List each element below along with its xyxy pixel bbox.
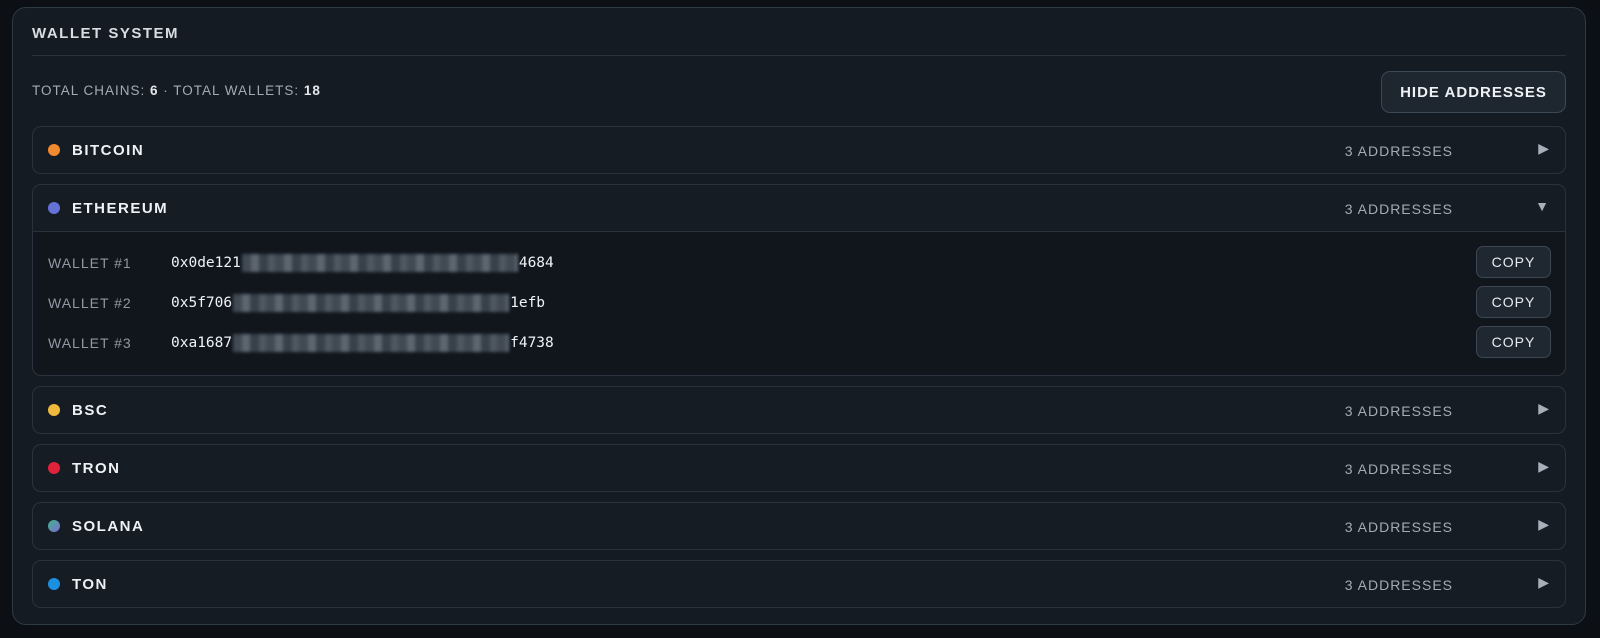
total-chains-label: TOTAL CHAINS: (32, 83, 151, 98)
address-end: 1efb (510, 295, 546, 311)
chain-name: SOLANA (72, 518, 145, 535)
copy-button[interactable]: COPY (1476, 286, 1551, 318)
address-start: 0x0de121 (171, 255, 241, 271)
chain-address-count: 3 ADDRESSES (1344, 403, 1453, 419)
chain-bitcoin: BITCOIN 3 ADDRESSES ▶ (32, 126, 1566, 174)
chain-color-dot (48, 404, 60, 416)
address-redacted-blur (241, 254, 518, 272)
wallet-label: WALLET #2 (48, 295, 132, 311)
chain-name: TON (72, 576, 108, 593)
chain-header-ethereum[interactable]: ETHEREUM 3 ADDRESSES ▼ (33, 185, 1565, 231)
wallet-address: 0x5f706 1efb (171, 294, 545, 312)
total-chains-value: 6 (150, 83, 159, 98)
chain-name: TRON (72, 460, 121, 477)
chain-address-count: 3 ADDRESSES (1344, 577, 1453, 593)
expand-arrow-icon: ▶ (1538, 458, 1549, 474)
address-end: 4684 (518, 255, 554, 271)
chain-address-count: 3 ADDRESSES (1344, 461, 1453, 477)
wallet-label: WALLET #1 (48, 255, 132, 271)
chain-tron: TRON 3 ADDRESSES ▶ (32, 444, 1566, 492)
summary-row: TOTAL CHAINS: 6 · TOTAL WALLETS: 18 HIDE… (32, 56, 1566, 126)
chain-name: ETHEREUM (72, 200, 169, 217)
expand-arrow-icon: ▶ (1538, 400, 1549, 416)
wallet-address: 0xa1687 f4738 (171, 334, 554, 352)
wallet-row: WALLET #2 0x5f706 1efb COPY (33, 283, 1565, 323)
wallet-row: WALLET #1 0x0de121 4684 COPY (33, 243, 1565, 283)
chain-header-solana[interactable]: SOLANA 3 ADDRESSES ▶ (33, 503, 1565, 549)
chain-color-dot (48, 202, 60, 214)
total-wallets-value: 18 (303, 83, 321, 98)
copy-button[interactable]: COPY (1476, 326, 1551, 358)
chain-color-dot (48, 144, 60, 156)
wallet-row: WALLET #3 0xa1687 f4738 COPY (33, 323, 1565, 363)
panel-title: WALLET SYSTEM (32, 8, 1566, 56)
chain-address-count: 3 ADDRESSES (1344, 519, 1453, 535)
expand-arrow-icon: ▶ (1538, 574, 1549, 590)
chain-header-bitcoin[interactable]: BITCOIN 3 ADDRESSES ▶ (33, 127, 1565, 173)
chain-color-dot (48, 578, 60, 590)
chain-header-ton[interactable]: TON 3 ADDRESSES ▶ (33, 561, 1565, 607)
copy-button[interactable]: COPY (1476, 246, 1551, 278)
chain-color-dot (48, 462, 60, 474)
expand-arrow-icon: ▶ (1538, 516, 1549, 532)
total-wallets-label: · TOTAL WALLETS: (158, 83, 304, 98)
chain-name: BSC (72, 402, 109, 419)
expand-arrow-icon: ▶ (1538, 140, 1549, 156)
address-start: 0xa1687 (171, 335, 233, 351)
chain-ethereum: ETHEREUM 3 ADDRESSES ▼ WALLET #1 0x0de12… (32, 184, 1566, 376)
chain-address-count: 3 ADDRESSES (1344, 201, 1453, 217)
address-redacted-blur (233, 294, 510, 312)
wallet-address: 0x0de121 4684 (171, 254, 554, 272)
chain-color-dot (48, 520, 60, 532)
address-end: f4738 (510, 335, 554, 351)
collapse-arrow-icon: ▼ (1535, 198, 1549, 214)
wallet-system-panel: WALLET SYSTEM TOTAL CHAINS: 6 · TOTAL WA… (12, 7, 1586, 625)
chain-header-bsc[interactable]: BSC 3 ADDRESSES ▶ (33, 387, 1565, 433)
hide-addresses-button[interactable]: HIDE ADDRESSES (1381, 71, 1566, 113)
summary-text: TOTAL CHAINS: 6 · TOTAL WALLETS: 18 (32, 83, 321, 98)
wallet-list: WALLET #1 0x0de121 4684 COPY WALLET #2 0x… (33, 231, 1565, 375)
chain-ton: TON 3 ADDRESSES ▶ (32, 560, 1566, 608)
chain-address-count: 3 ADDRESSES (1344, 143, 1453, 159)
address-start: 0x5f706 (171, 295, 233, 311)
chain-solana: SOLANA 3 ADDRESSES ▶ (32, 502, 1566, 550)
chain-bsc: BSC 3 ADDRESSES ▶ (32, 386, 1566, 434)
chain-name: BITCOIN (72, 142, 145, 159)
wallet-label: WALLET #3 (48, 335, 132, 351)
chain-header-tron[interactable]: TRON 3 ADDRESSES ▶ (33, 445, 1565, 491)
address-redacted-blur (233, 334, 510, 352)
